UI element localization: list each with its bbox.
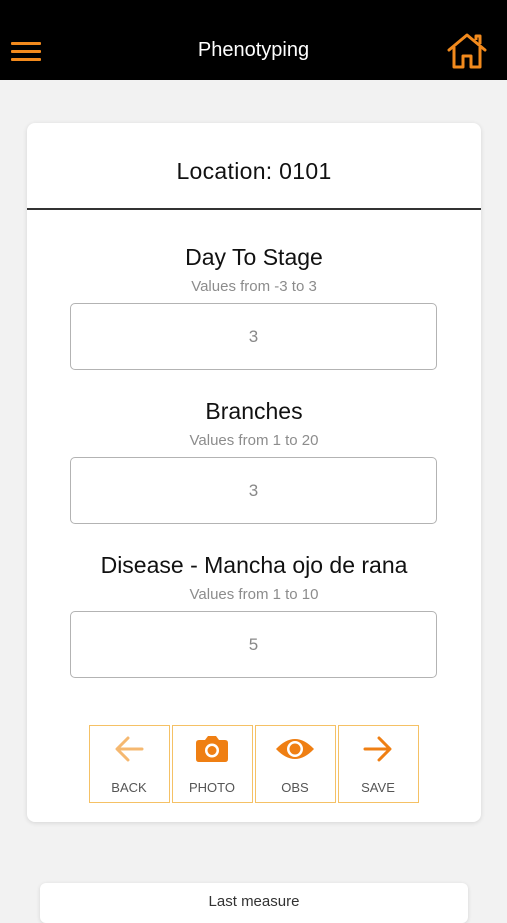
field-label-branches: Branches [205,398,303,424]
location-label: Location: 0101 [27,123,481,210]
measurement-card: Location: 0101 Day To Stage Values from … [27,123,481,822]
arrow-right-icon [339,732,417,766]
back-button[interactable]: BACK [89,725,170,803]
photo-button-label: PHOTO [189,780,235,795]
field-hint-day-to-stage: Values from -3 to 3 [191,278,317,295]
save-button[interactable]: SAVE [338,725,419,803]
field-label-disease: Disease - Mancha ojo de rana [100,552,408,578]
eye-icon [256,732,334,766]
branches-input[interactable]: 3 [70,457,437,524]
day-to-stage-input[interactable]: 3 [70,303,437,370]
last-measure-title: Last measure [208,893,300,910]
home-icon[interactable] [446,31,488,71]
camera-icon [173,732,251,766]
last-measure-panel: Last measure [40,883,468,923]
app-title: Phenotyping [197,39,310,61]
arrow-left-icon [90,732,168,766]
field-label-day-to-stage: Day To Stage [185,244,323,270]
save-button-label: SAVE [361,780,395,795]
disease-input[interactable]: 5 [70,611,437,678]
back-button-label: BACK [111,780,147,795]
top-bar: Phenotyping [0,0,507,80]
field-hint-disease: Values from 1 to 10 [189,586,319,603]
obs-button[interactable]: OBS [255,725,336,803]
obs-button-label: OBS [281,780,309,795]
photo-button[interactable]: PHOTO [172,725,253,803]
field-hint-branches: Values from 1 to 20 [189,432,319,449]
